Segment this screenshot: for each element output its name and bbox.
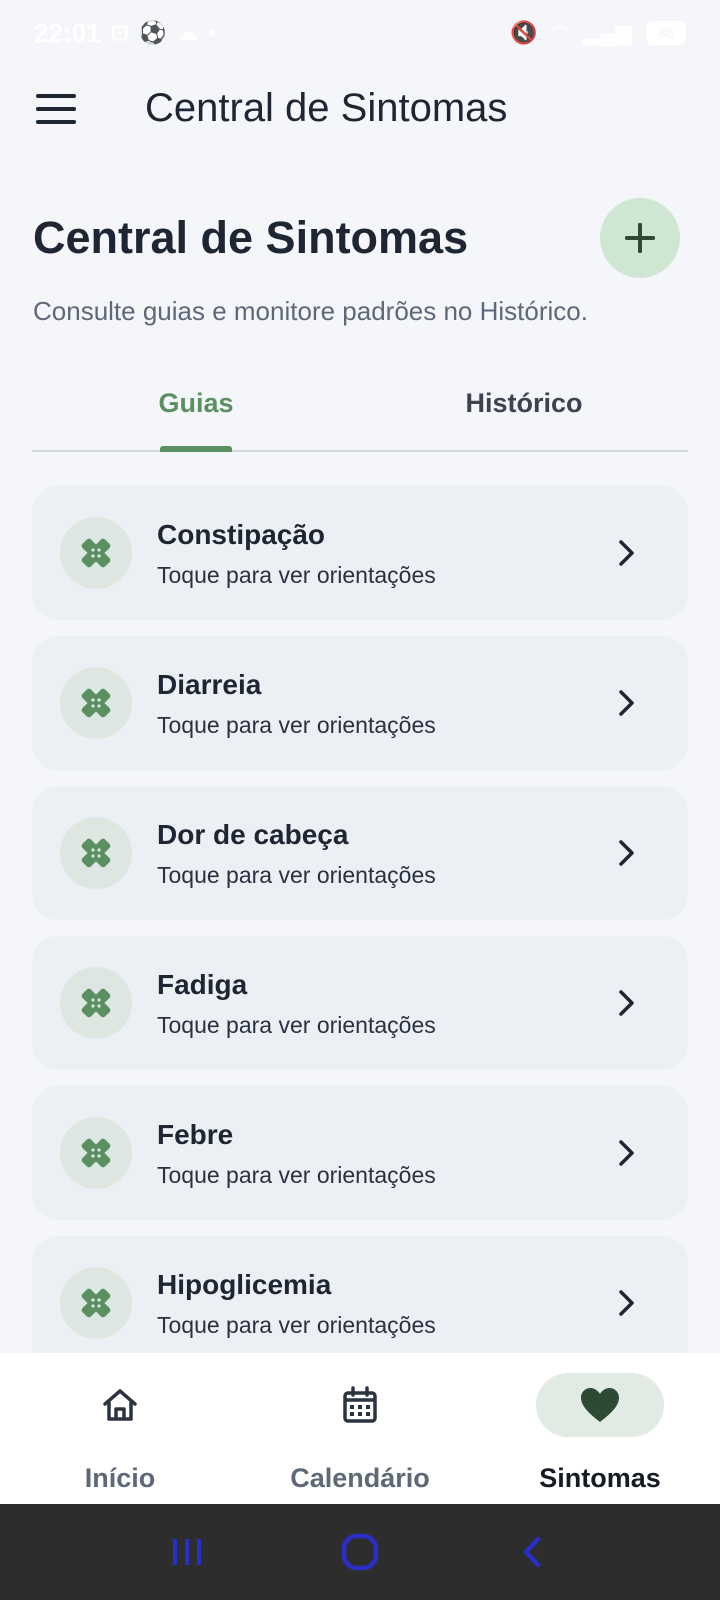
list-item[interactable]: Constipação Toque para ver orientações: [32, 486, 688, 620]
nav-label: Início: [84, 1463, 156, 1493]
tab-label: Histórico: [465, 388, 583, 418]
chevron-right-icon: [619, 840, 634, 866]
back-button[interactable]: [503, 1522, 563, 1582]
chevron-right-icon: [619, 540, 634, 566]
tab-indicator: [160, 446, 232, 452]
signal-icon: ▂▄▆: [582, 20, 632, 45]
status-time: 22:01: [34, 17, 101, 48]
plus-icon: [625, 223, 655, 253]
mute-icon: 🔇: [510, 20, 538, 45]
tab-label: Guias: [158, 388, 234, 418]
recent-apps-icon: [172, 1539, 201, 1565]
symptom-subtitle: Toque para ver orientações: [157, 1312, 436, 1338]
home-circle-icon: [341, 1533, 379, 1571]
list-item[interactable]: Dor de cabeça Toque para ver orientações: [32, 786, 688, 920]
symptom-title: Hipoglicemia: [157, 1269, 332, 1300]
nav-icon-container: [296, 1373, 424, 1437]
chevron-right-icon: [619, 1290, 634, 1316]
status-bar: 22:01 ⊡ ⚽ ☁ • 🔇 ◠ ▂▄▆ 88: [0, 0, 720, 66]
page-subtitle: Consulte guias e monitore padrões no His…: [33, 296, 588, 326]
menu-icon[interactable]: [36, 94, 76, 124]
nav-label: Sintomas: [539, 1463, 661, 1493]
symptom-subtitle: Toque para ver orientações: [157, 712, 436, 738]
bandage-icon: [60, 817, 132, 889]
bandage-icon: [60, 1117, 132, 1189]
symptom-subtitle: Toque para ver orientações: [157, 862, 436, 888]
chevron-right-icon: [619, 690, 634, 716]
bandage-icon: [60, 967, 132, 1039]
bottom-navigation: Início Calendário Sintomas: [0, 1353, 720, 1504]
add-symptom-button[interactable]: [600, 198, 680, 278]
list-item[interactable]: Hipoglicemia Toque para ver orientações: [32, 1236, 688, 1370]
battery-level: 88: [658, 25, 674, 41]
tab-bar: Guias Histórico: [32, 370, 688, 452]
nav-label: Calendário: [290, 1463, 430, 1493]
wifi-icon: ◠: [551, 20, 569, 45]
app-bar: Central de Sintomas: [0, 66, 720, 150]
dot-icon: •: [208, 20, 217, 45]
bandage-icon: [60, 667, 132, 739]
heart-icon: [581, 1388, 619, 1422]
symptom-subtitle: Toque para ver orientações: [157, 1162, 436, 1188]
page-title: Central de Sintomas: [33, 212, 469, 263]
nav-item-inicio[interactable]: Início: [0, 1353, 240, 1504]
chevron-right-icon: [619, 990, 634, 1016]
calendar-icon: [343, 1386, 377, 1423]
list-item[interactable]: Fadiga Toque para ver orientações: [32, 936, 688, 1070]
symptom-subtitle: Toque para ver orientações: [157, 1012, 436, 1038]
system-navigation-bar: [0, 1504, 720, 1600]
home-button[interactable]: [330, 1522, 390, 1582]
list-item[interactable]: Febre Toque para ver orientações: [32, 1086, 688, 1220]
nav-item-calendario[interactable]: Calendário: [240, 1353, 480, 1504]
screenshot-icon: ⊡: [110, 20, 129, 45]
cloud-icon: ☁: [176, 20, 199, 45]
symptom-title: Constipação: [157, 519, 326, 550]
recent-apps-button[interactable]: [157, 1522, 217, 1582]
symptom-title: Dor de cabeça: [157, 819, 349, 850]
nav-item-sintomas[interactable]: Sintomas: [480, 1353, 720, 1504]
symptom-title: Diarreia: [157, 669, 262, 700]
battery-icon: 88: [646, 21, 686, 45]
symptom-title: Febre: [157, 1119, 234, 1150]
soccer-ball-icon: ⚽: [138, 20, 167, 45]
tab-historico[interactable]: Histórico: [360, 370, 688, 450]
home-icon: [103, 1389, 137, 1421]
bandage-icon: [60, 517, 132, 589]
nav-icon-container: [536, 1373, 664, 1437]
chevron-right-icon: [619, 1140, 634, 1166]
nav-icon-container: [56, 1373, 184, 1437]
app-bar-title: Central de Sintomas: [145, 86, 508, 130]
bandage-icon: [60, 1267, 132, 1339]
symptom-subtitle: Toque para ver orientações: [157, 562, 436, 588]
back-icon: [524, 1536, 541, 1568]
symptom-title: Fadiga: [157, 969, 248, 1000]
list-item[interactable]: Diarreia Toque para ver orientações: [32, 636, 688, 770]
symptom-list: Constipação Toque para ver orientações D…: [32, 486, 688, 1386]
tab-guias[interactable]: Guias: [32, 370, 360, 452]
